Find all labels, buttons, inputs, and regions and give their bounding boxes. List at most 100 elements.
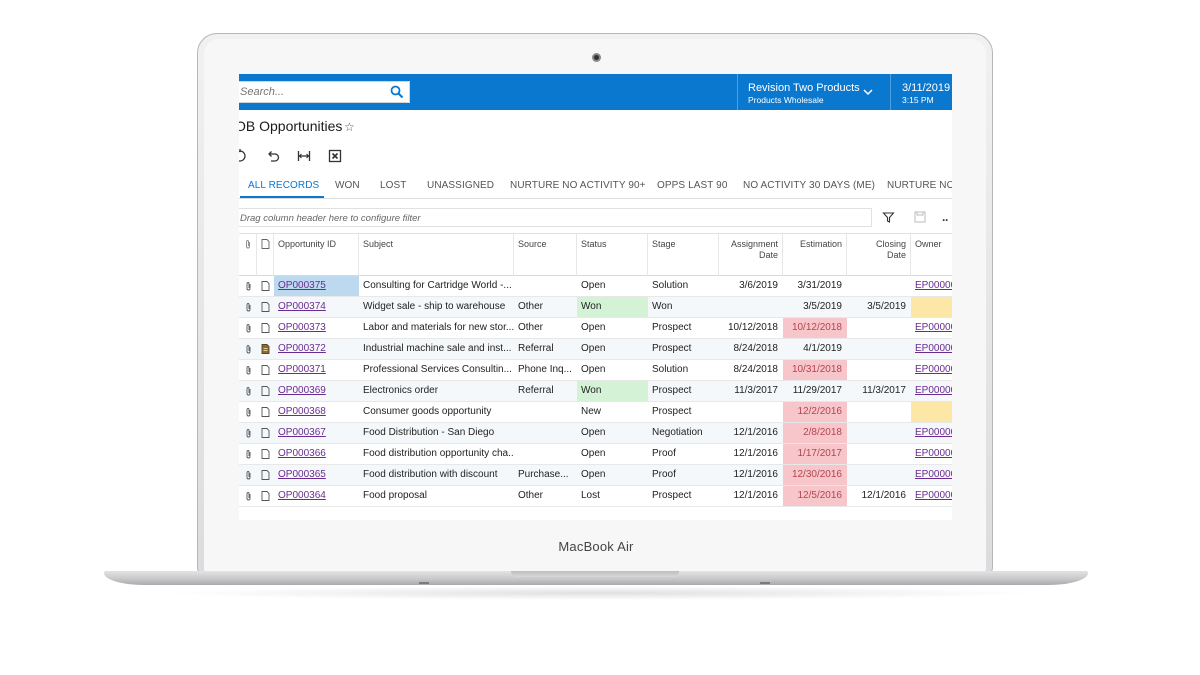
tab-all-records[interactable]: ALL RECORDS [248, 180, 319, 191]
owner-link[interactable] [911, 402, 952, 422]
paperclip-icon[interactable] [244, 386, 253, 396]
table-row[interactable]: OP000375 Consulting for Cartridge World -… [239, 276, 952, 297]
note-icon[interactable] [261, 323, 270, 333]
opportunity-id-link[interactable]: OP000369 [274, 381, 359, 401]
opportunity-id-link[interactable]: OP000375 [274, 276, 359, 296]
note-icon[interactable] [261, 470, 270, 480]
notes-column-header[interactable] [257, 234, 274, 276]
opportunity-id-link[interactable]: OP000374 [274, 297, 359, 317]
paperclip-icon[interactable] [244, 323, 253, 333]
search-icon[interactable] [390, 85, 404, 99]
table-row[interactable]: OP000368 Consumer goods opportunity New Pro… [239, 402, 952, 423]
note-icon[interactable] [261, 365, 270, 375]
note-filled-icon[interactable] [261, 344, 270, 354]
owner-link[interactable]: EP00000 [911, 465, 952, 485]
opportunity-id-link[interactable]: OP000365 [274, 465, 359, 485]
table-row[interactable]: OP000374 Widget sale - ship to warehouse O… [239, 297, 952, 318]
save-filter-icon[interactable] [914, 211, 926, 223]
table-row[interactable]: OP000365 Food distribution with discount P… [239, 465, 952, 486]
tab-won[interactable]: WON [335, 180, 360, 191]
tenant-selector[interactable]: Revision Two Products Products Wholesale [737, 74, 889, 110]
tab-lost[interactable]: LOST [380, 180, 407, 191]
tab-nurture-no-a[interactable]: NURTURE NO A [887, 180, 952, 191]
table-row[interactable]: OP000371 Professional Services Consultin.… [239, 360, 952, 381]
owner-link[interactable]: EP00000 [911, 339, 952, 359]
table-row[interactable]: OP000367 Food Distribution - San Diego Ope… [239, 423, 952, 444]
stage-header[interactable]: Stage [648, 234, 719, 276]
note-icon[interactable] [261, 491, 270, 501]
source-cell [514, 444, 577, 464]
opportunity-id-link[interactable]: OP000371 [274, 360, 359, 380]
opportunity-id-link[interactable]: OP000364 [274, 486, 359, 506]
paperclip-icon[interactable] [244, 491, 253, 501]
owner-link[interactable]: EP00000 [911, 381, 952, 401]
more-options-icon[interactable]: ·· [942, 213, 949, 227]
owner-link[interactable]: EP00000 [911, 444, 952, 464]
note-icon[interactable] [261, 407, 270, 417]
fit-columns-icon[interactable] [297, 149, 311, 163]
search-input[interactable] [239, 82, 386, 102]
filter-icon[interactable] [882, 211, 895, 224]
refresh-icon[interactable] [239, 149, 247, 163]
estimation-cell: 11/29/2017 [792, 385, 842, 396]
note-icon[interactable] [261, 386, 270, 396]
source-header[interactable]: Source [514, 234, 577, 276]
attachment-column-header[interactable] [239, 234, 257, 276]
note-icon [261, 239, 270, 249]
owner-link[interactable]: EP00000 [911, 276, 952, 296]
closing-date-cell: 12/1/2016 [861, 490, 907, 501]
owner-link[interactable] [911, 297, 952, 317]
business-date[interactable]: 3/11/2019 3:15 PM [890, 74, 952, 110]
note-icon[interactable] [261, 428, 270, 438]
owner-header[interactable]: Owner [911, 234, 952, 276]
status-header[interactable]: Status [577, 234, 648, 276]
closing-date-cell [847, 465, 911, 485]
filter-bar[interactable]: Drag column header here to configure fil… [239, 208, 872, 227]
table-row[interactable]: OP000366 Food distribution opportunity ch… [239, 444, 952, 465]
paperclip-icon[interactable] [244, 281, 253, 291]
estimation-header[interactable]: Estimation [783, 234, 847, 276]
opportunity-id-link[interactable]: OP000366 [274, 444, 359, 464]
subject-cell: Food proposal [363, 490, 427, 501]
note-icon[interactable] [261, 281, 270, 291]
excel-export-icon[interactable] [328, 149, 342, 163]
undo-icon[interactable] [266, 149, 280, 163]
paperclip-icon[interactable] [244, 428, 253, 438]
opportunity-id-link[interactable]: OP000367 [274, 423, 359, 443]
tab-no-activity-30-days[interactable]: NO ACTIVITY 30 DAYS (ME) [743, 180, 875, 191]
paperclip-icon[interactable] [244, 407, 253, 417]
paperclip-icon[interactable] [244, 344, 253, 354]
opportunity-id-header[interactable]: Opportunity ID [274, 234, 359, 276]
closing-date-header[interactable]: Closing Date [847, 234, 911, 276]
tab-opps-last-90[interactable]: OPPS LAST 90 [657, 180, 728, 191]
search-box[interactable] [239, 81, 410, 103]
owner-link[interactable]: EP00000 [911, 360, 952, 380]
owner-link[interactable]: EP00000 [911, 486, 952, 506]
tab-nurture-no-activity-90[interactable]: NURTURE NO ACTIVITY 90+ [510, 180, 646, 191]
paperclip-icon[interactable] [244, 302, 253, 312]
estimation-cell: 4/1/2019 [803, 343, 842, 354]
opportunity-id-link[interactable]: OP000372 [274, 339, 359, 359]
tab-unassigned[interactable]: UNASSIGNED [427, 180, 494, 191]
opportunity-id-link[interactable]: OP000373 [274, 318, 359, 338]
table-row[interactable]: OP000372 Industrial machine sale and inst… [239, 339, 952, 360]
owner-link[interactable]: EP00000 [911, 318, 952, 338]
paperclip-icon[interactable] [244, 449, 253, 459]
assignment-date-header[interactable]: Assignment Date [719, 234, 783, 276]
note-icon[interactable] [261, 449, 270, 459]
note-icon[interactable] [261, 302, 270, 312]
source-cell: Other [518, 301, 544, 312]
chevron-down-icon[interactable] [862, 87, 874, 97]
star-icon[interactable]: ☆ [344, 120, 355, 134]
table-row[interactable]: OP000373 Labor and materials for new stor… [239, 318, 952, 339]
source-cell: Purchase... [518, 469, 569, 480]
owner-link[interactable]: EP00000 [911, 423, 952, 443]
table-row[interactable]: OP000369 Electronics order Referral Won Pros… [239, 381, 952, 402]
opportunity-id-link[interactable]: OP000368 [274, 402, 359, 422]
paperclip-icon[interactable] [244, 365, 253, 375]
table-row[interactable]: OP000364 Food proposal Other Lost Prospect 12… [239, 486, 952, 507]
paperclip-icon[interactable] [244, 470, 253, 480]
device-brand-label: MacBook Air [558, 539, 634, 554]
subject-header[interactable]: Subject [359, 234, 514, 276]
estimation-cell: 3/31/2019 [797, 280, 843, 291]
